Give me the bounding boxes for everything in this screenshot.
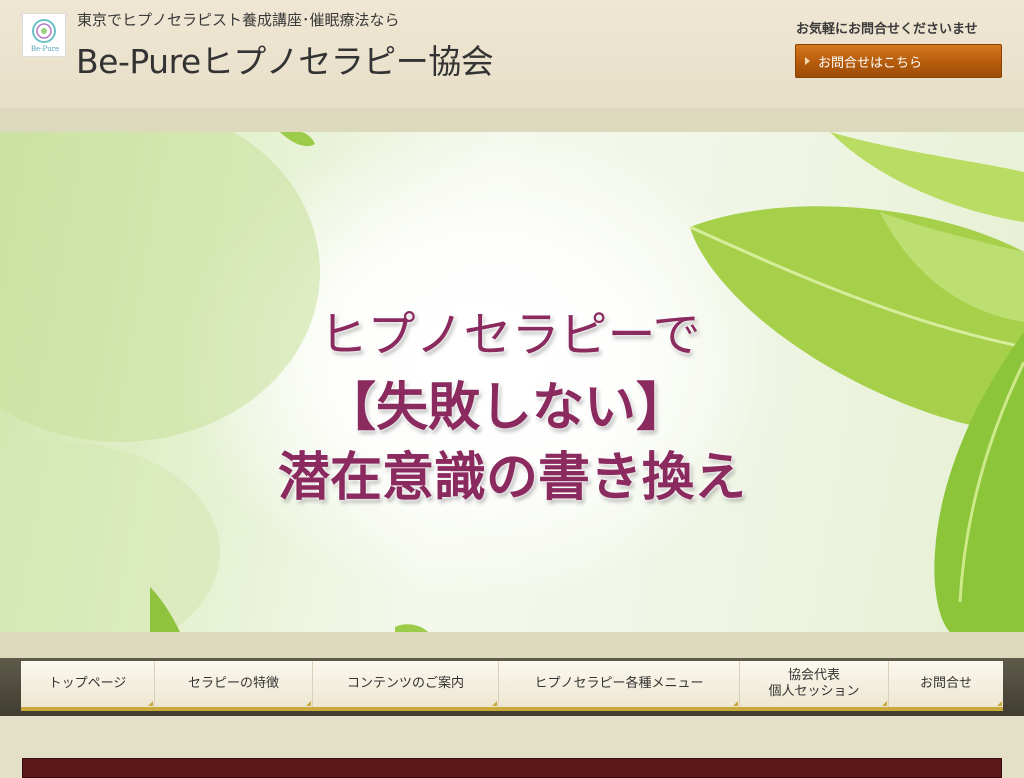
main-nav: トップページ セラピーの特徴 コンテンツのご案内 ヒプノセラピー各種メニュー 協… (21, 661, 1003, 711)
nav-item-label: 協会代表 個人セッション (768, 668, 860, 699)
contact-button-label: お問合せはこちら (818, 55, 923, 71)
corner-triangle-icon (733, 701, 738, 706)
corner-triangle-icon (306, 701, 311, 706)
nav-item-representative-session[interactable]: 協会代表 個人セッション (740, 661, 889, 707)
site-header: Be-Pure 東京でヒプノセラピスト養成講座･催眠療法なら Be-Pureヒプ… (0, 0, 1024, 108)
hero-heading-line-3: 潜在意識の書き換え (277, 448, 746, 508)
contact-note: お気軽にお問合せくださいませ (796, 22, 978, 37)
content-box (22, 758, 1002, 778)
hero-heading-line-1: ヒプノセラピーで (319, 307, 701, 363)
corner-triangle-icon (882, 701, 887, 706)
header-band (0, 108, 1024, 132)
corner-triangle-icon (148, 701, 153, 706)
contact-button[interactable]: お問合せはこちら (795, 44, 1002, 78)
corner-triangle-icon (997, 701, 1002, 706)
nav-item-top[interactable]: トップページ (21, 661, 155, 707)
hero-banner: ヒプノセラピーで 【失敗しない】 潜在意識の書き換え (0, 132, 1024, 632)
arrow-right-icon (805, 57, 810, 65)
nav-item-label: トップページ (48, 676, 127, 691)
nav-item-contact[interactable]: お問合せ (889, 661, 1003, 707)
nav-item-label: コンテンツのご案内 (346, 676, 464, 691)
nav-item-menu[interactable]: ヒプノセラピー各種メニュー (499, 661, 740, 707)
nav-item-label: お問合せ (919, 676, 972, 691)
nav-item-label: セラピーの特徴 (187, 676, 279, 691)
hero-heading-line-2: 【失敗しない】 (323, 378, 688, 438)
nav-item-contents[interactable]: コンテンツのご案内 (313, 661, 499, 707)
hero-underband (0, 632, 1024, 658)
nav-item-features[interactable]: セラピーの特徴 (155, 661, 313, 707)
main-nav-bar: トップページ セラピーの特徴 コンテンツのご案内 ヒプノセラピー各種メニュー 協… (0, 658, 1024, 716)
nav-item-label: ヒプノセラピー各種メニュー (534, 676, 704, 691)
logo-text: Be-Pure (30, 45, 60, 53)
site-title[interactable]: Be-Pureヒプノセラピー協会 (76, 35, 494, 83)
logo[interactable]: Be-Pure (22, 13, 66, 57)
corner-triangle-icon (492, 701, 497, 706)
tagline: 東京でヒプノセラピスト養成講座･催眠療法なら (77, 11, 400, 29)
